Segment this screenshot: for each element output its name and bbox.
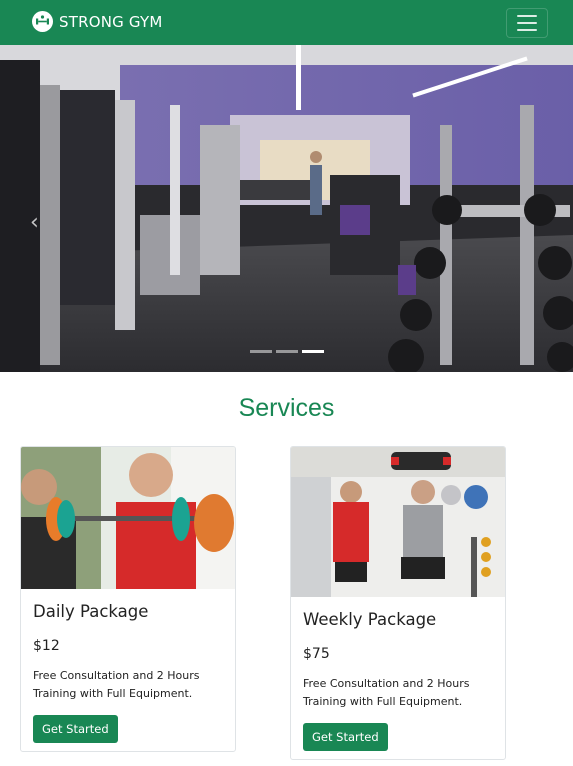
carousel-indicator-2[interactable] bbox=[275, 350, 298, 353]
hamburger-menu-icon bbox=[517, 22, 537, 24]
get-started-button[interactable]: Get Started bbox=[303, 723, 388, 751]
card-title: Weekly Package bbox=[303, 610, 437, 629]
service-card-daily: Daily Package $12 Free Consultation and … bbox=[20, 446, 236, 752]
brand-name: STRONG GYM bbox=[59, 12, 163, 31]
partner-medicine-ball-image bbox=[291, 447, 505, 597]
navbar: STRONG GYM bbox=[0, 0, 573, 45]
trainer-barbell-image bbox=[21, 447, 235, 589]
card-image bbox=[21, 447, 235, 589]
carousel-indicator-3[interactable] bbox=[301, 350, 324, 353]
card-image bbox=[291, 447, 505, 597]
carousel-indicator-1[interactable] bbox=[249, 350, 272, 353]
card-title: Daily Package bbox=[33, 602, 149, 621]
card-description: Free Consultation and 2 Hours Training w… bbox=[303, 677, 470, 708]
hamburger-menu-icon bbox=[517, 29, 537, 31]
hero-carousel: ‹ bbox=[0, 45, 573, 372]
gym-interior-image bbox=[0, 45, 573, 372]
card-body: Daily Package $12 Free Consultation and … bbox=[33, 601, 225, 743]
dumbbell-logo-icon bbox=[32, 11, 53, 32]
brand-link[interactable]: STRONG GYM bbox=[32, 11, 163, 32]
get-started-button[interactable]: Get Started bbox=[33, 715, 118, 743]
service-card-weekly: Weekly Package $75 Free Consultation and… bbox=[290, 446, 506, 760]
card-description: Free Consultation and 2 Hours Training w… bbox=[33, 669, 200, 700]
card-body: Weekly Package $75 Free Consultation and… bbox=[303, 609, 495, 751]
navbar-toggler-button[interactable] bbox=[506, 8, 548, 38]
services-heading: Services bbox=[238, 394, 335, 422]
hamburger-menu-icon bbox=[517, 15, 537, 17]
card-price: $75 bbox=[303, 646, 330, 662]
carousel-prev-button[interactable]: ‹ bbox=[30, 210, 39, 235]
carousel-indicators bbox=[0, 350, 573, 353]
card-price: $12 bbox=[33, 638, 60, 654]
